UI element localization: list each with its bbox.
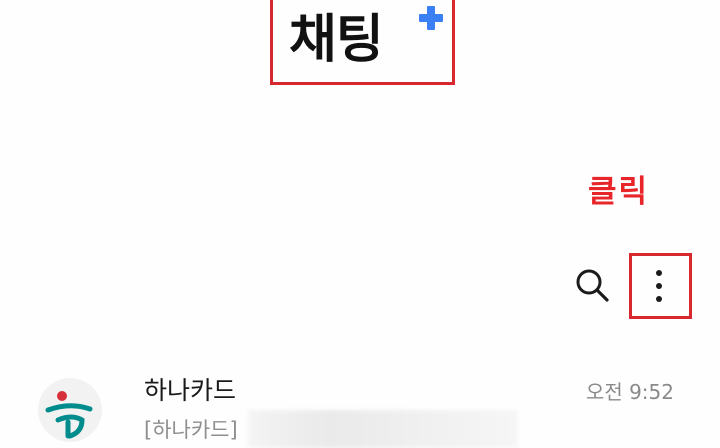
click-annotation: 클릭 — [588, 174, 650, 210]
chat-timestamp: 오전 9:52 — [585, 380, 674, 404]
app-logo-title: 채팅 — [289, 10, 384, 70]
chat-name: 하나카드 — [144, 376, 237, 405]
avatar — [38, 378, 102, 442]
search-icon — [576, 269, 609, 302]
chat-list-item[interactable]: 하나카드 오전 9:52 [하나카드] — [0, 360, 720, 448]
app-logo-highlight: 채팅 — [270, 0, 455, 85]
plus-icon — [419, 6, 443, 30]
search-button[interactable] — [570, 262, 616, 308]
redacted-preview-text — [248, 410, 518, 448]
chat-preview: [하나카드] — [144, 418, 238, 442]
more-options-button[interactable] — [638, 262, 682, 310]
hana-logo-icon — [45, 391, 93, 439]
